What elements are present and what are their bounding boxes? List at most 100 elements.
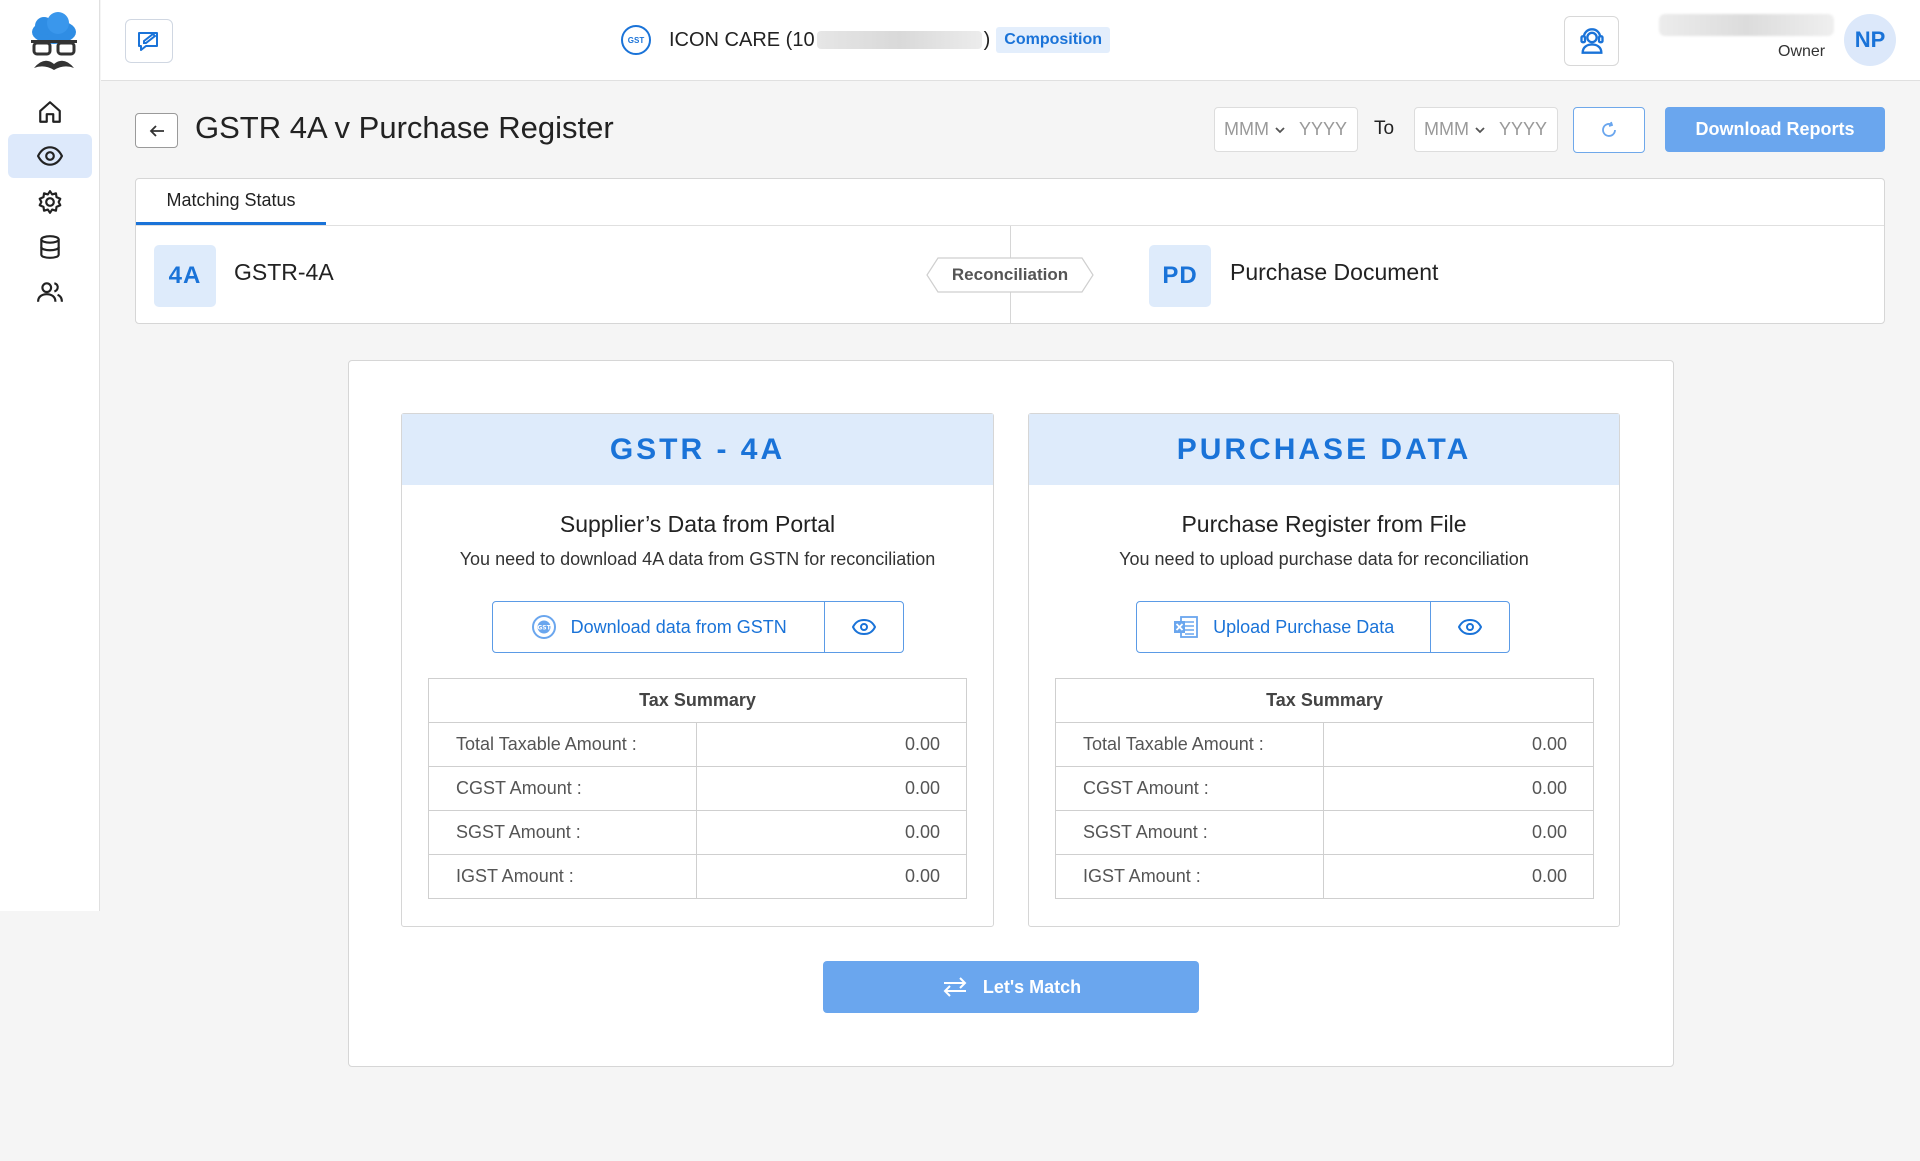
page-title: GSTR 4A v Purchase Register	[195, 110, 614, 145]
users-icon	[37, 282, 63, 302]
swap-arrows-icon	[943, 977, 967, 997]
chevron-down-icon	[1275, 126, 1285, 133]
gear-icon	[38, 190, 62, 214]
table-row: CGST Amount :0.00	[1055, 766, 1594, 811]
tax-summary-caption: Tax Summary	[1055, 678, 1594, 723]
gst-seal-icon: GST	[531, 615, 556, 639]
company-name: ICON CARE (10	[669, 28, 815, 51]
table-row: Total Taxable Amount :0.00	[1055, 722, 1594, 767]
tax-row-label: CGST Amount :	[428, 766, 697, 811]
purchase-data-card-title: Purchase Register from File	[1181, 511, 1467, 537]
lets-match-label: Let's Match	[982, 976, 1082, 997]
tax-row-label: Total Taxable Amount :	[1055, 722, 1324, 767]
purchase-tax-summary-table: Tax Summary Total Taxable Amount :0.00 C…	[1055, 678, 1594, 899]
app-logo[interactable]	[26, 12, 82, 76]
tab-matching-status[interactable]: Matching Status	[136, 179, 326, 225]
from-year-placeholder[interactable]: YYYY	[1299, 119, 1347, 140]
top-header: GST ICON CARE (10 ) Composition Owner NP	[101, 0, 1920, 81]
table-row: IGST Amount :0.00	[428, 854, 967, 899]
gstr-4a-action-group: GST Download data from GSTN	[492, 601, 904, 653]
gst-seal-icon: GST	[621, 25, 651, 55]
sidebar-item-data[interactable]	[8, 225, 92, 269]
tax-row-value: 0.00	[696, 766, 967, 811]
sidebar-item-reconciliation[interactable]	[8, 134, 92, 178]
tax-row-value: 0.00	[1323, 854, 1594, 899]
tax-row-value: 0.00	[1323, 810, 1594, 855]
gstr-4a-status-label: GSTR-4A	[234, 259, 334, 285]
spreadsheet-icon	[1174, 616, 1199, 638]
download-from-gstn-label: Download data from GSTN	[570, 616, 787, 637]
tax-row-label: SGST Amount :	[1055, 810, 1324, 855]
tax-row-value: 0.00	[696, 854, 967, 899]
purchase-data-card: PURCHASE DATA Purchase Register from Fil…	[1028, 413, 1620, 927]
support-button[interactable]	[1564, 16, 1619, 66]
download-from-gstn-button[interactable]: GST Download data from GSTN	[493, 602, 826, 652]
table-row: SGST Amount :0.00	[428, 810, 967, 855]
tax-row-value: 0.00	[696, 722, 967, 767]
chevron-down-icon	[1475, 126, 1485, 133]
download-reports-button[interactable]: Download Reports	[1665, 107, 1885, 152]
back-button[interactable]	[135, 113, 178, 148]
reconciliation-tag-label: Reconciliation	[951, 265, 1069, 284]
support-agent-icon	[1579, 28, 1604, 54]
refresh-icon	[1602, 121, 1616, 137]
reconciliation-tag: Reconciliation	[926, 257, 1094, 293]
view-gstr-data-button[interactable]	[825, 602, 903, 652]
purchase-document-code-tile: PD	[1149, 245, 1211, 307]
gstr-4a-card: GSTR - 4A Supplier’s Data from Portal Yo…	[401, 413, 994, 927]
reconciliation-panel: GSTR - 4A Supplier’s Data from Portal Yo…	[348, 360, 1674, 1067]
sidebar-item-users[interactable]	[8, 270, 92, 314]
purchase-document-status-label: Purchase Document	[1230, 259, 1439, 285]
user-role: Owner	[1778, 43, 1826, 60]
edit-note-button[interactable]	[125, 19, 173, 63]
table-row: CGST Amount :0.00	[428, 766, 967, 811]
eye-icon	[1458, 618, 1483, 636]
table-row: IGST Amount :0.00	[1055, 854, 1594, 899]
company-name-suffix: )	[983, 28, 991, 51]
table-row: SGST Amount :0.00	[1055, 810, 1594, 855]
gstr-4a-code-tile: 4A	[154, 245, 216, 307]
svg-text:GST: GST	[537, 625, 551, 632]
sidebar-item-settings[interactable]	[8, 180, 92, 224]
refresh-button[interactable]	[1573, 107, 1645, 153]
lets-match-button[interactable]: Let's Match	[823, 961, 1199, 1013]
redacted-user-name	[1659, 14, 1834, 36]
gstr-4a-card-description: You need to download 4A data from GSTN f…	[459, 549, 936, 569]
tax-row-label: IGST Amount :	[1055, 854, 1324, 899]
edit-note-icon	[138, 32, 158, 51]
home-icon	[39, 101, 61, 123]
tax-row-value: 0.00	[1323, 722, 1594, 767]
avatar[interactable]: NP	[1844, 14, 1896, 66]
tax-row-label: CGST Amount :	[1055, 766, 1324, 811]
view-purchase-data-button[interactable]	[1431, 602, 1509, 652]
tax-row-value: 0.00	[696, 810, 967, 855]
to-month-placeholder: MMM	[1424, 119, 1469, 139]
from-month-placeholder: MMM	[1224, 119, 1269, 139]
tax-row-label: Total Taxable Amount :	[428, 722, 697, 767]
scheme-badge: Composition	[996, 27, 1111, 53]
sidebar	[0, 0, 100, 911]
gstr-4a-card-heading: GSTR - 4A	[402, 414, 993, 485]
to-period-picker[interactable]: MMM YYYY	[1414, 107, 1558, 152]
gstr-4a-tax-summary-table: Tax Summary Total Taxable Amount :0.00 C…	[428, 678, 967, 899]
purchase-data-card-heading: PURCHASE DATA	[1029, 414, 1619, 485]
arrow-left-icon	[149, 124, 164, 137]
purchase-data-card-description: You need to upload purchase data for rec…	[1119, 549, 1529, 569]
table-row: Total Taxable Amount :0.00	[428, 722, 967, 767]
company-selector[interactable]: GST ICON CARE (10 ) Composition	[621, 24, 1111, 56]
upload-purchase-data-button[interactable]: Upload Purchase Data	[1137, 602, 1432, 652]
matching-status-card: Matching Status 4A GSTR-4A Reconciliatio…	[135, 178, 1885, 324]
gstr-4a-card-title: Supplier’s Data from Portal	[559, 511, 836, 537]
eye-icon	[852, 618, 877, 636]
tax-row-label: IGST Amount :	[428, 854, 697, 899]
from-month-select[interactable]: MMM	[1224, 119, 1285, 140]
redacted-gstin	[816, 31, 982, 49]
upload-purchase-data-label: Upload Purchase Data	[1213, 616, 1395, 637]
database-icon	[40, 235, 60, 259]
sidebar-item-home[interactable]	[8, 90, 92, 134]
to-month-select[interactable]: MMM	[1424, 119, 1485, 140]
to-year-placeholder[interactable]: YYYY	[1499, 119, 1547, 140]
purchase-action-group: Upload Purchase Data	[1136, 601, 1510, 653]
from-period-picker[interactable]: MMM YYYY	[1214, 107, 1358, 152]
tax-row-label: SGST Amount :	[428, 810, 697, 855]
